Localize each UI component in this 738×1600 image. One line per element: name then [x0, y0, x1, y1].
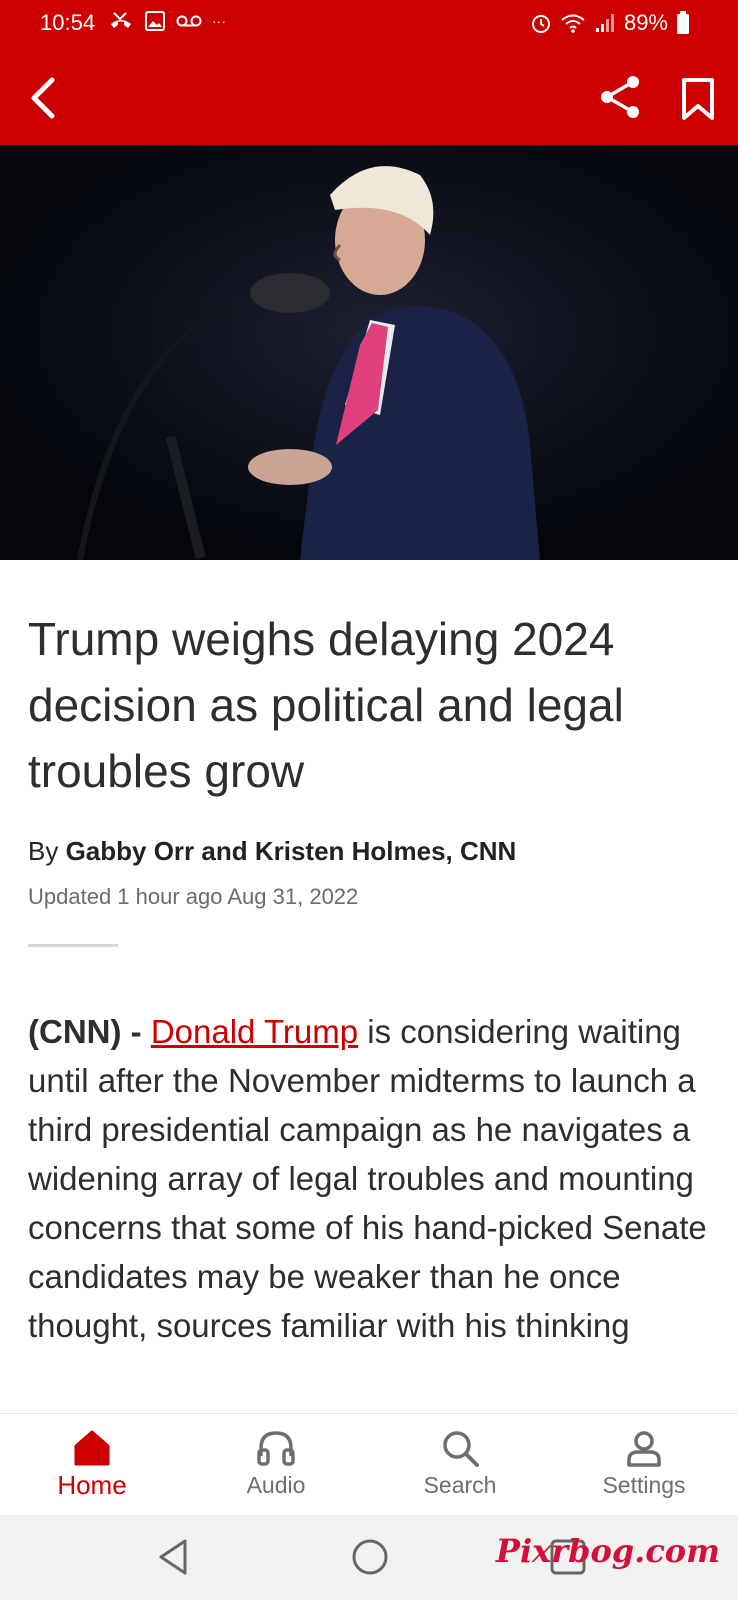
watermark: Pixrbog.com: [495, 1532, 720, 1570]
status-system-icons: 89%: [530, 10, 690, 36]
home-icon: [74, 1430, 110, 1466]
share-icon[interactable]: [597, 74, 643, 120]
signal-icon: [595, 14, 614, 32]
nav-audio[interactable]: Audio: [184, 1414, 368, 1516]
nav-home[interactable]: Home: [0, 1414, 184, 1516]
headphones-icon: [257, 1431, 295, 1466]
donald-trump-link[interactable]: Donald Trump: [151, 1013, 358, 1050]
missed-call-icon: [111, 12, 131, 28]
chevron-left-icon[interactable]: [22, 74, 66, 122]
nav-home-label: Home: [57, 1470, 127, 1500]
status-notification-icons: ···: [108, 10, 226, 32]
search-icon: [443, 1431, 479, 1467]
nav-search[interactable]: Search: [368, 1414, 552, 1516]
alarm-icon: [531, 15, 550, 33]
article-byline: By Gabby Orr and Kristen Holmes, CNN: [28, 836, 516, 867]
section-divider: [28, 944, 118, 947]
article-headline: Trump weighs delaying 2024 decision as p…: [28, 613, 624, 797]
gallery-icon: [145, 11, 165, 31]
home-circle-icon[interactable]: [350, 1537, 390, 1577]
article-body-text: is considering waiting until after the N…: [28, 1013, 707, 1344]
byline-prefix: By: [28, 836, 59, 866]
person-icon: [627, 1431, 661, 1467]
back-triangle-icon[interactable]: [155, 1537, 193, 1577]
speaker-photo: [0, 145, 738, 560]
nav-settings[interactable]: Settings: [552, 1414, 736, 1516]
voicemail-icon: [176, 15, 202, 27]
battery-percent: 89%: [623, 10, 668, 35]
nav-search-label: Search: [423, 1472, 497, 1498]
byline-authors: Gabby Orr and Kristen Holmes, CNN: [65, 836, 517, 866]
more-dots-icon: ···: [212, 13, 226, 29]
status-bar: 10:54 ··· 89%: [0, 0, 738, 50]
bookmark-icon[interactable]: [676, 76, 720, 122]
wifi-icon: [561, 14, 585, 33]
article-hero-image: [0, 145, 738, 560]
nav-settings-label: Settings: [602, 1472, 686, 1498]
bottom-nav: Home Audio Search Settings: [0, 1413, 738, 1516]
battery-icon: [677, 11, 689, 34]
app-toolbar: [0, 50, 738, 145]
article-source: (CNN) -: [28, 1013, 142, 1050]
status-time: 10:54: [40, 10, 96, 35]
article-body: (CNN) - Donald Trump is considering wait…: [28, 1007, 718, 1350]
article-updated-time: Updated 1 hour ago Aug 31, 2022: [28, 884, 359, 909]
nav-audio-label: Audio: [246, 1472, 306, 1498]
